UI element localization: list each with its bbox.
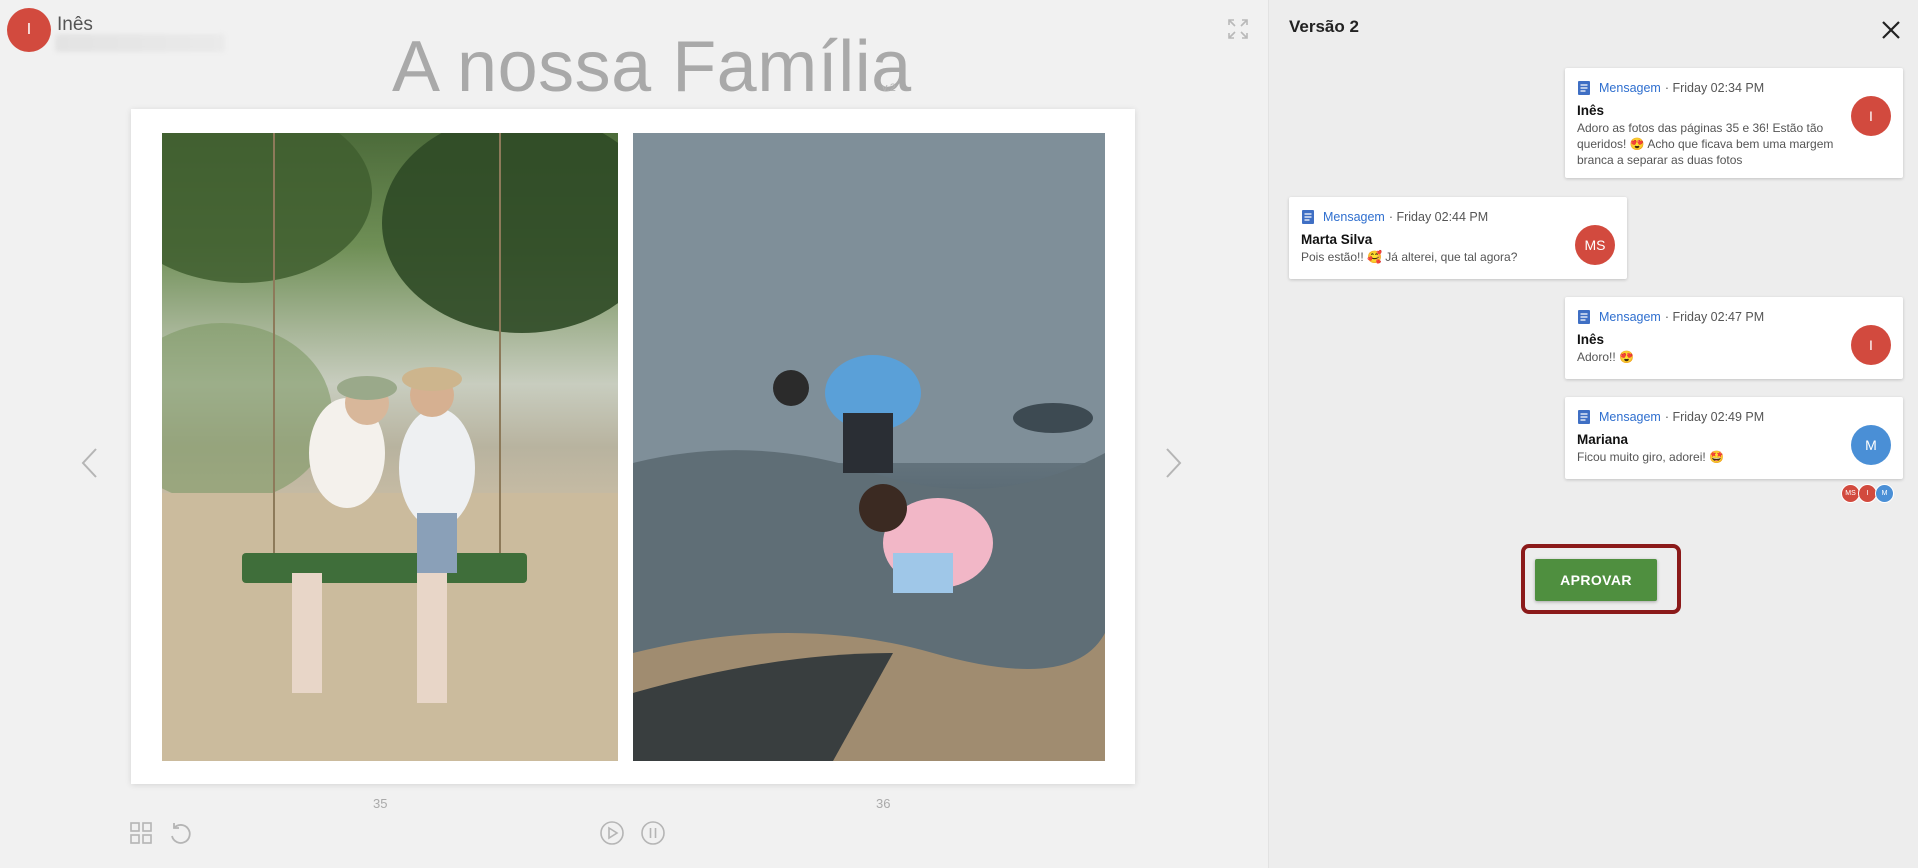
author-avatar: I xyxy=(1851,96,1891,136)
message-text: Pois estão!! 🥰 Já alterei, que tal agora… xyxy=(1301,250,1518,264)
document-icon xyxy=(1578,310,1590,324)
message-type[interactable]: Mensagem xyxy=(1599,81,1661,95)
author-avatar: MS xyxy=(1575,225,1615,265)
page-number-left: 35 xyxy=(373,796,388,811)
chevron-right-icon[interactable] xyxy=(1161,446,1185,480)
play-icon[interactable] xyxy=(599,820,625,846)
user-name: Inês xyxy=(57,14,93,35)
message-text: Adoro as fotos das páginas 35 e 36! Estã… xyxy=(1577,121,1834,167)
author-avatar: M xyxy=(1851,425,1891,465)
message-type[interactable]: Mensagem xyxy=(1599,310,1661,324)
album-viewer: I Inês A nossa Família v.2 35 36 xyxy=(0,0,1268,868)
user-subtitle-blurred xyxy=(55,34,225,52)
children-at-beach-photo[interactable] xyxy=(633,133,1105,761)
message-card: Mensagem · Friday 02:49 PM Mariana Ficou… xyxy=(1565,397,1903,479)
pause-icon[interactable] xyxy=(640,820,666,846)
message-author: Inês xyxy=(1577,332,1605,347)
document-icon xyxy=(1302,210,1314,224)
children-on-swing-photo[interactable] xyxy=(162,133,618,761)
message-text: Ficou muito giro, adorei! 🤩 xyxy=(1577,450,1724,464)
message-time: · Friday 02:34 PM xyxy=(1664,81,1765,95)
panel-title: Versão 2 xyxy=(1289,17,1359,36)
message-time: · Friday 02:47 PM xyxy=(1664,310,1765,324)
fullscreen-icon[interactable] xyxy=(1227,18,1249,40)
message-card: Mensagem · Friday 02:44 PM Marta Silva P… xyxy=(1289,197,1627,279)
chevron-left-icon[interactable] xyxy=(78,446,102,480)
message-time: · Friday 02:49 PM xyxy=(1664,410,1765,424)
grid-icon[interactable] xyxy=(128,820,154,846)
message-author: Inês xyxy=(1577,103,1605,118)
page-number-right: 36 xyxy=(876,796,891,811)
message-text: Adoro!! 😍 xyxy=(1577,350,1634,364)
message-card: Mensagem · Friday 02:34 PM Inês Adoro as… xyxy=(1565,68,1903,178)
message-time: · Friday 02:44 PM xyxy=(1388,210,1489,224)
message-type[interactable]: Mensagem xyxy=(1599,410,1661,424)
undo-icon[interactable] xyxy=(167,820,193,846)
user-avatar[interactable]: I xyxy=(7,8,51,52)
album-spread xyxy=(131,109,1135,784)
message-type[interactable]: Mensagem xyxy=(1323,210,1385,224)
document-icon xyxy=(1578,81,1590,95)
message-author: Mariana xyxy=(1577,432,1629,447)
comments-panel: Versão 2 Mensagem · Friday 02:34 PM Inês… xyxy=(1268,0,1918,868)
message-card: Mensagem · Friday 02:47 PM Inês Adoro!! … xyxy=(1565,297,1903,379)
approve-button[interactable]: APROVAR xyxy=(1535,559,1657,601)
album-title: A nossa Família xyxy=(392,27,912,107)
message-author: Marta Silva xyxy=(1301,232,1373,247)
version-tag: v.2 xyxy=(882,82,896,94)
document-icon xyxy=(1578,410,1590,424)
reader-avatar: M xyxy=(1875,484,1894,503)
read-receipts: MS I M xyxy=(1841,484,1894,503)
author-avatar: I xyxy=(1851,325,1891,365)
close-icon[interactable] xyxy=(1880,19,1902,41)
